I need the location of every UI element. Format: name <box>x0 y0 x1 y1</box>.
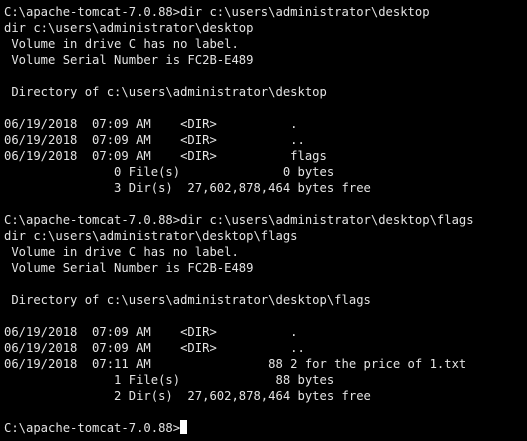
output-line: 06/19/2018 07:11 AM 88 2 for the price o… <box>4 357 467 371</box>
output-line: 1 File(s) 88 bytes <box>4 373 335 387</box>
output-line: dir c:\users\administrator\desktop <box>4 21 254 35</box>
output-line: Volume Serial Number is FC2B-E489 <box>4 261 254 275</box>
output-line: 2 Dir(s) 27,602,878,464 bytes free <box>4 389 371 403</box>
text-cursor <box>180 420 188 434</box>
output-line: C:\apache-tomcat-7.0.88>dir c:\users\adm… <box>4 5 430 19</box>
output-line: 06/19/2018 07:09 AM <DIR> flags <box>4 149 327 163</box>
output-line: 06/19/2018 07:09 AM <DIR> .. <box>4 133 305 147</box>
output-line: Volume in drive C has no label. <box>4 245 239 259</box>
output-line: Volume Serial Number is FC2B-E489 <box>4 53 254 67</box>
output-line: Volume in drive C has no label. <box>4 37 239 51</box>
output-line: 06/19/2018 07:09 AM <DIR> .. <box>4 341 305 355</box>
output-line: C:\apache-tomcat-7.0.88>dir c:\users\adm… <box>4 213 474 227</box>
output-line: Directory of c:\users\administrator\desk… <box>4 85 327 99</box>
prompt-line[interactable]: C:\apache-tomcat-7.0.88> <box>4 420 527 436</box>
output-line: 06/19/2018 07:09 AM <DIR> . <box>4 325 298 339</box>
terminal-output: C:\apache-tomcat-7.0.88>dir c:\users\adm… <box>4 4 527 420</box>
output-line: dir c:\users\administrator\desktop\flags <box>4 229 298 243</box>
prompt-text: C:\apache-tomcat-7.0.88> <box>4 421 181 435</box>
output-line: 0 File(s) 0 bytes <box>4 165 335 179</box>
output-line: Directory of c:\users\administrator\desk… <box>4 293 371 307</box>
output-line: 06/19/2018 07:09 AM <DIR> . <box>4 117 298 131</box>
terminal-window[interactable]: C:\apache-tomcat-7.0.88> dir c:\users\adm… <box>0 0 527 441</box>
output-line: 3 Dir(s) 27,602,878,464 bytes free <box>4 181 371 195</box>
